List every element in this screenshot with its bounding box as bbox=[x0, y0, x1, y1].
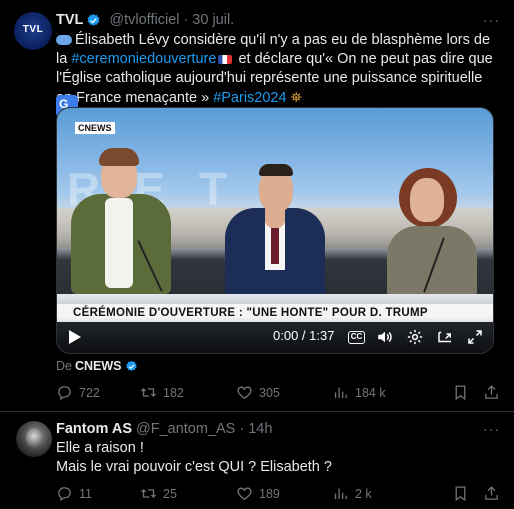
views-button[interactable]: 2 k bbox=[332, 485, 428, 502]
repost-icon bbox=[140, 489, 157, 498]
tweet-header: TVL @tvlofficiel · 30 juil. bbox=[56, 12, 234, 28]
video-time: 0:00 / 1:37 bbox=[273, 328, 335, 343]
avatar[interactable]: TVL bbox=[14, 12, 52, 50]
like-count: 189 bbox=[259, 486, 280, 501]
like-count: 305 bbox=[259, 385, 280, 400]
views-icon bbox=[334, 387, 347, 399]
tweet-text-line1: Elle a raison ! bbox=[56, 440, 144, 456]
reply-icon bbox=[58, 386, 71, 401]
avatar[interactable] bbox=[16, 421, 52, 457]
speech-bubble-emoji-icon bbox=[56, 35, 72, 46]
video-source[interactable]: De CNEWS bbox=[56, 359, 142, 373]
share-icon[interactable] bbox=[483, 485, 500, 502]
captions-icon[interactable]: CC bbox=[348, 330, 365, 344]
hashtag-ceremonie[interactable]: #ceremoniedouverture bbox=[71, 51, 216, 67]
views-icon bbox=[334, 488, 347, 500]
video-player[interactable]: RETE CNEWS CÉRÉMONIE D'OUVERTURE : "UNE … bbox=[56, 107, 494, 354]
tweet-actions: 722 182 305 184 k bbox=[56, 384, 500, 401]
separator-dot: · bbox=[239, 421, 245, 437]
bookmark-icon[interactable] bbox=[452, 384, 469, 401]
cnews-logo: CNEWS bbox=[75, 122, 115, 134]
reply-button[interactable]: 722 bbox=[56, 384, 140, 401]
author-name[interactable]: TVL bbox=[56, 12, 83, 28]
tweet-header: Fantom AS @F_antom_AS · 14h bbox=[56, 421, 272, 437]
like-button[interactable]: 305 bbox=[236, 384, 332, 401]
share-icon[interactable] bbox=[483, 384, 500, 401]
like-icon bbox=[237, 386, 252, 399]
repost-icon bbox=[140, 388, 157, 397]
more-options-icon[interactable]: ··· bbox=[483, 421, 500, 437]
settings-icon[interactable] bbox=[405, 328, 425, 346]
tweet-actions: 11 25 189 2 k bbox=[56, 485, 500, 502]
source-name[interactable]: CNEWS bbox=[75, 359, 122, 373]
repost-count: 182 bbox=[163, 385, 184, 400]
repost-button[interactable]: 182 bbox=[140, 384, 236, 401]
tweet-text: Elle a raison ! Mais le vrai pouvoir c'e… bbox=[56, 439, 502, 477]
like-icon bbox=[237, 487, 252, 500]
reply-icon bbox=[58, 487, 71, 502]
flag-emoji-icon bbox=[218, 54, 233, 64]
tweet-text-line2: Mais le vrai pouvoir c'est QUI ? Elisabe… bbox=[56, 459, 332, 475]
bookmark-icon[interactable] bbox=[452, 485, 469, 502]
play-icon[interactable] bbox=[69, 330, 81, 344]
hashtag-paris2024[interactable]: #Paris2024 bbox=[213, 90, 286, 106]
tweet-tvl[interactable]: TVL TVL @tvlofficiel · 30 juil. ··· Élis… bbox=[0, 0, 514, 412]
tweet-text: Élisabeth Lévy considère qu'il n'y a pas… bbox=[56, 31, 502, 108]
eiffel-tower-emoji-icon: ⛯ bbox=[290, 89, 302, 105]
tweet-time[interactable]: 14h bbox=[248, 421, 272, 437]
views-count: 184 k bbox=[355, 385, 386, 400]
reply-button[interactable]: 11 bbox=[56, 485, 140, 502]
verified-badge-icon[interactable] bbox=[86, 13, 101, 28]
like-button[interactable]: 189 bbox=[236, 485, 332, 502]
views-count: 2 k bbox=[355, 486, 372, 501]
fullscreen-icon[interactable] bbox=[465, 328, 485, 346]
tvl-logo: TVL bbox=[22, 24, 44, 35]
video-controls: 0:00 / 1:37 CC bbox=[57, 317, 493, 353]
separator-dot: · bbox=[183, 12, 189, 28]
tweet-time[interactable]: 30 juil. bbox=[192, 12, 234, 28]
pip-icon[interactable] bbox=[435, 328, 455, 346]
more-options-icon[interactable]: ··· bbox=[483, 12, 500, 28]
author-name[interactable]: Fantom AS bbox=[56, 421, 132, 437]
repost-button[interactable]: 25 bbox=[140, 485, 236, 502]
views-button[interactable]: 184 k bbox=[332, 384, 428, 401]
volume-icon[interactable] bbox=[375, 328, 395, 346]
source-prefix: De bbox=[56, 359, 72, 373]
repost-count: 25 bbox=[163, 486, 177, 501]
author-handle[interactable]: @F_antom_AS bbox=[136, 421, 235, 437]
reply-count: 11 bbox=[79, 486, 92, 501]
verified-badge-icon bbox=[125, 360, 137, 371]
author-handle[interactable]: @tvlofficiel bbox=[109, 12, 179, 28]
reply-count: 722 bbox=[79, 385, 100, 400]
